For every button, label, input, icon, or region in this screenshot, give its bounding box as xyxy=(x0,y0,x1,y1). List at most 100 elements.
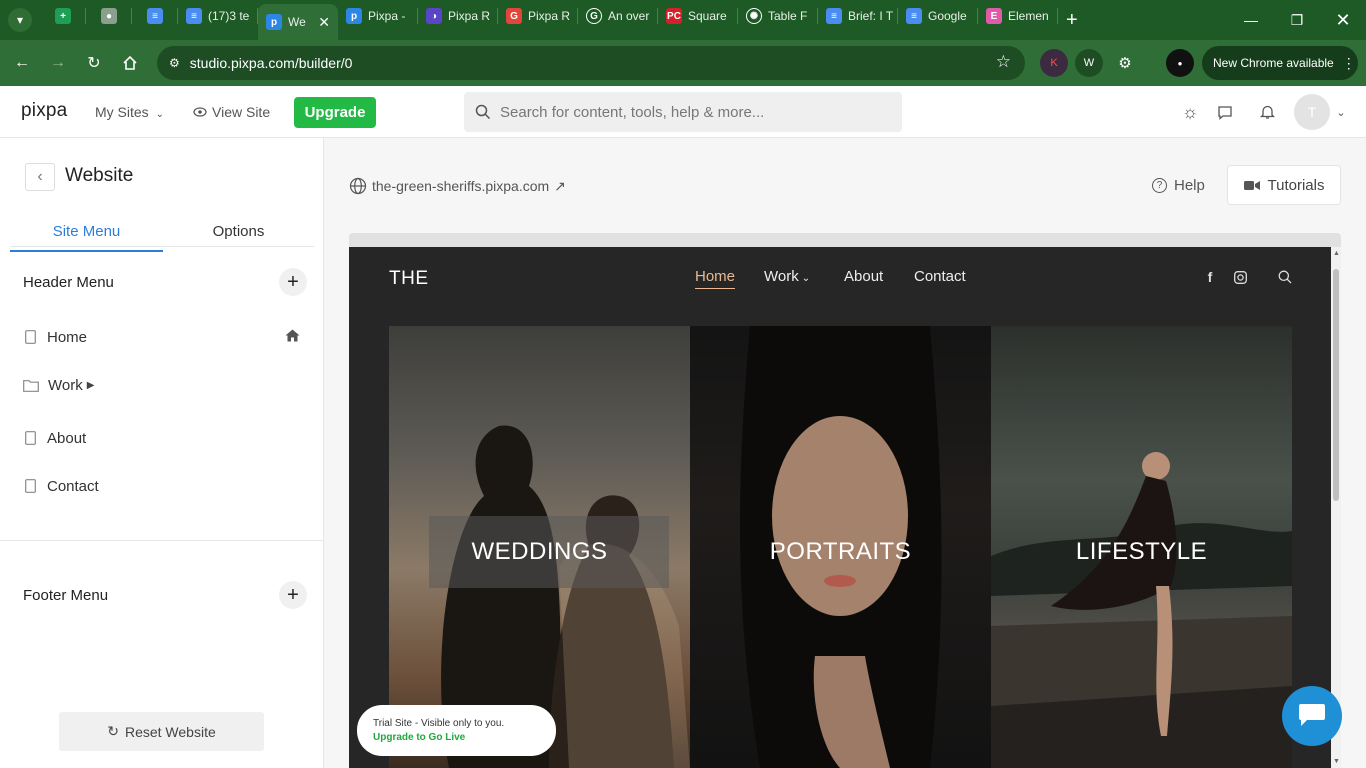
extension-w-icon[interactable]: W xyxy=(1075,49,1103,77)
menu-dots-icon[interactable]: ⋮ xyxy=(1342,55,1356,72)
new-chrome-button[interactable]: New Chrome available ⋮ xyxy=(1202,46,1358,80)
user-avatar[interactable]: T xyxy=(1294,94,1330,130)
docs-icon: ≡ xyxy=(186,8,202,24)
sheets-icon: + xyxy=(55,8,71,24)
pixpa-icon: p xyxy=(346,8,362,24)
chevron-down-icon: ⌄ xyxy=(155,109,164,120)
gallery-tile-weddings[interactable]: WEDDINGS xyxy=(389,326,690,768)
preview-search-icon[interactable] xyxy=(1277,269,1293,285)
browser-tab[interactable]: E Elemen xyxy=(978,0,1058,32)
browser-tab[interactable]: ◑ Pixpa R xyxy=(418,0,498,32)
upgrade-button[interactable]: Upgrade xyxy=(294,97,376,128)
global-search[interactable]: Search for content, tools, help & more..… xyxy=(464,92,902,132)
browser-tab[interactable]: PC Square xyxy=(658,0,738,32)
site-preview[interactable]: THE Home Work⌄ About Contact f WEDDINGS xyxy=(349,247,1331,768)
browser-tab[interactable]: ≡ (17)3 tе xyxy=(178,0,258,32)
chat-widget-button[interactable] xyxy=(1282,686,1342,746)
reset-website-button[interactable]: ↻ Reset Website xyxy=(59,712,264,751)
back-arrow-icon[interactable]: ← xyxy=(5,46,39,80)
upgrade-to-go-live-link[interactable]: Upgrade to Go Live xyxy=(373,732,556,743)
browser-tab[interactable]: G An over xyxy=(578,0,658,32)
caret-right-icon[interactable]: ▶ xyxy=(87,380,95,391)
omnibox[interactable]: ⚙ studio.pixpa.com/builder/0 ☆ xyxy=(157,46,1025,80)
menu-item-about[interactable]: About xyxy=(23,426,303,450)
preview-nav-about[interactable]: About xyxy=(844,268,883,285)
my-sites-dropdown[interactable]: My Sites ⌄ xyxy=(95,104,164,120)
external-link-icon: ↗ xyxy=(554,177,566,194)
chevron-down-icon: ⌄ xyxy=(801,273,811,284)
browser-tab-title: Brief: I T xyxy=(848,9,894,23)
add-footer-menu-item-button[interactable]: + xyxy=(279,581,307,609)
tab-list: + ● ≡ ≡ (17)3 tе p We ✕ p Pixpa - ◑ Pixpa R G Pixpa R… xyxy=(40,0,1058,40)
preview-scrollbar-thumb[interactable] xyxy=(1333,269,1339,501)
browser-tab[interactable]: G Pixpa R xyxy=(498,0,578,32)
tab-search-icon[interactable]: ▾ xyxy=(8,8,32,32)
menu-item-home[interactable]: Home xyxy=(23,325,303,349)
close-window-icon[interactable]: ✕ xyxy=(1320,0,1366,40)
scroll-up-icon[interactable]: ▲ xyxy=(1333,250,1340,257)
tab-options[interactable]: Options xyxy=(162,223,315,250)
browser-tab[interactable]: ≡ Google xyxy=(898,0,978,32)
browser-tab[interactable]: p Pixpa - xyxy=(338,0,418,32)
menu-item-label: Home xyxy=(47,328,88,346)
browser-tab[interactable]: ≡ xyxy=(132,0,178,32)
browser-tab-strip: ▾ + ● ≡ ≡ (17)3 tе p We ✕ p Pixpa - ◑ Pixpa R G Pixpa… xyxy=(0,0,1366,40)
pixpa-logo[interactable]: pixpa xyxy=(21,100,67,122)
search-input[interactable]: Search for content, tools, help & more..… xyxy=(500,104,764,121)
footer-menu-title: Footer Menu xyxy=(23,587,109,604)
home-icon[interactable] xyxy=(113,46,147,80)
browser-tab[interactable]: ✺ Table F xyxy=(738,0,818,32)
bell-icon[interactable] xyxy=(1256,101,1278,123)
add-header-menu-item-button[interactable]: + xyxy=(279,268,307,296)
profile-icon[interactable]: ● xyxy=(1166,49,1194,77)
menu-item-contact[interactable]: Contact xyxy=(23,474,303,498)
reload-icon[interactable]: ↻ xyxy=(77,46,111,80)
menu-item-work[interactable]: Work ▶ xyxy=(23,373,303,397)
preview-nav-work[interactable]: Work ⌄ xyxy=(764,268,810,285)
instagram-icon[interactable] xyxy=(1232,269,1248,285)
site-settings-icon[interactable]: ⚙ xyxy=(169,56,180,70)
browser-tab[interactable]: + xyxy=(40,0,86,32)
menu-item-label: Work xyxy=(48,376,83,394)
refresh-icon: ↻ xyxy=(107,723,119,739)
plus-icon: + xyxy=(287,270,299,293)
forward-arrow-icon[interactable]: → xyxy=(41,46,75,80)
view-site-link[interactable]: View Site xyxy=(193,104,270,120)
preview-nav-work-label: Work xyxy=(764,268,799,285)
gallery-tile-lifestyle[interactable]: LIFESTYLE xyxy=(991,326,1292,768)
site-url-link[interactable]: the-green-sheriffs.pixpa.com ↗ xyxy=(349,177,566,195)
help-link[interactable]: ? Help xyxy=(1152,177,1205,194)
facebook-icon[interactable]: f xyxy=(1202,269,1218,285)
address-bar-row: ← → ↻ ⚙ studio.pixpa.com/builder/0 ☆ K W… xyxy=(0,40,1366,86)
app-header: pixpa My Sites ⌄ View Site Upgrade Searc… xyxy=(0,86,1366,138)
browser-tab[interactable]: ● xyxy=(86,0,132,32)
close-tab-icon[interactable]: ✕ xyxy=(312,14,330,31)
preview-nav-contact[interactable]: Contact xyxy=(914,268,966,285)
theme-sun-icon[interactable]: ☼ xyxy=(1179,101,1201,123)
tutorials-label: Tutorials xyxy=(1267,176,1325,194)
pixpa-icon: p xyxy=(266,14,282,30)
back-button[interactable]: ‹ xyxy=(25,163,55,191)
gallery-tile-portraits[interactable]: PORTRAITS xyxy=(690,326,991,768)
avatar-chevron-icon[interactable]: ⌄ xyxy=(1330,101,1352,123)
preview-nav-home[interactable]: Home xyxy=(695,268,736,289)
messages-icon[interactable] xyxy=(1214,101,1236,123)
extension-k-icon[interactable]: K xyxy=(1040,49,1068,77)
tutorials-button[interactable]: Tutorials xyxy=(1227,165,1341,205)
restore-icon[interactable]: ❐ xyxy=(1274,0,1320,40)
elementor-icon: E xyxy=(986,8,1002,24)
browser-tab[interactable]: ≡ Brief: I T xyxy=(818,0,898,32)
extensions-puzzle-icon[interactable]: ⚙ xyxy=(1111,49,1139,77)
preview-site-logo[interactable]: THE xyxy=(389,268,429,290)
page-icon xyxy=(23,430,37,446)
video-camera-icon xyxy=(1243,180,1260,190)
search-icon xyxy=(475,104,491,120)
new-tab-icon[interactable]: + xyxy=(1066,9,1078,32)
tab-site-menu[interactable]: Site Menu xyxy=(10,223,163,252)
preview-scrollbar[interactable]: ▲ ▼ xyxy=(1331,247,1341,768)
browser-tab[interactable]: p We ✕ xyxy=(258,4,338,40)
docs-icon: ≡ xyxy=(826,8,842,24)
scroll-down-icon[interactable]: ▼ xyxy=(1333,758,1340,765)
star-icon[interactable]: ☆ xyxy=(996,52,1011,72)
minimize-icon[interactable]: — xyxy=(1228,0,1274,40)
